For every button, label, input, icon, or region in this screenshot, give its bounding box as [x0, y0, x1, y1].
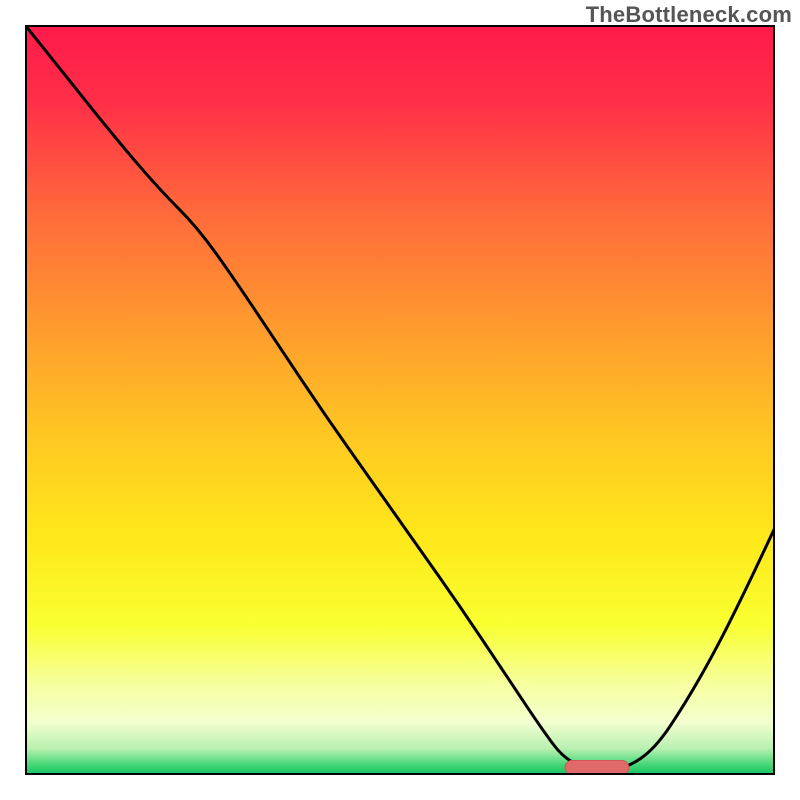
optimal-marker [565, 761, 629, 775]
gradient-background [25, 25, 775, 775]
plot-svg [25, 25, 775, 775]
watermark-text: TheBottleneck.com [586, 2, 792, 28]
plot-area [25, 25, 775, 775]
chart-container: TheBottleneck.com [0, 0, 800, 800]
